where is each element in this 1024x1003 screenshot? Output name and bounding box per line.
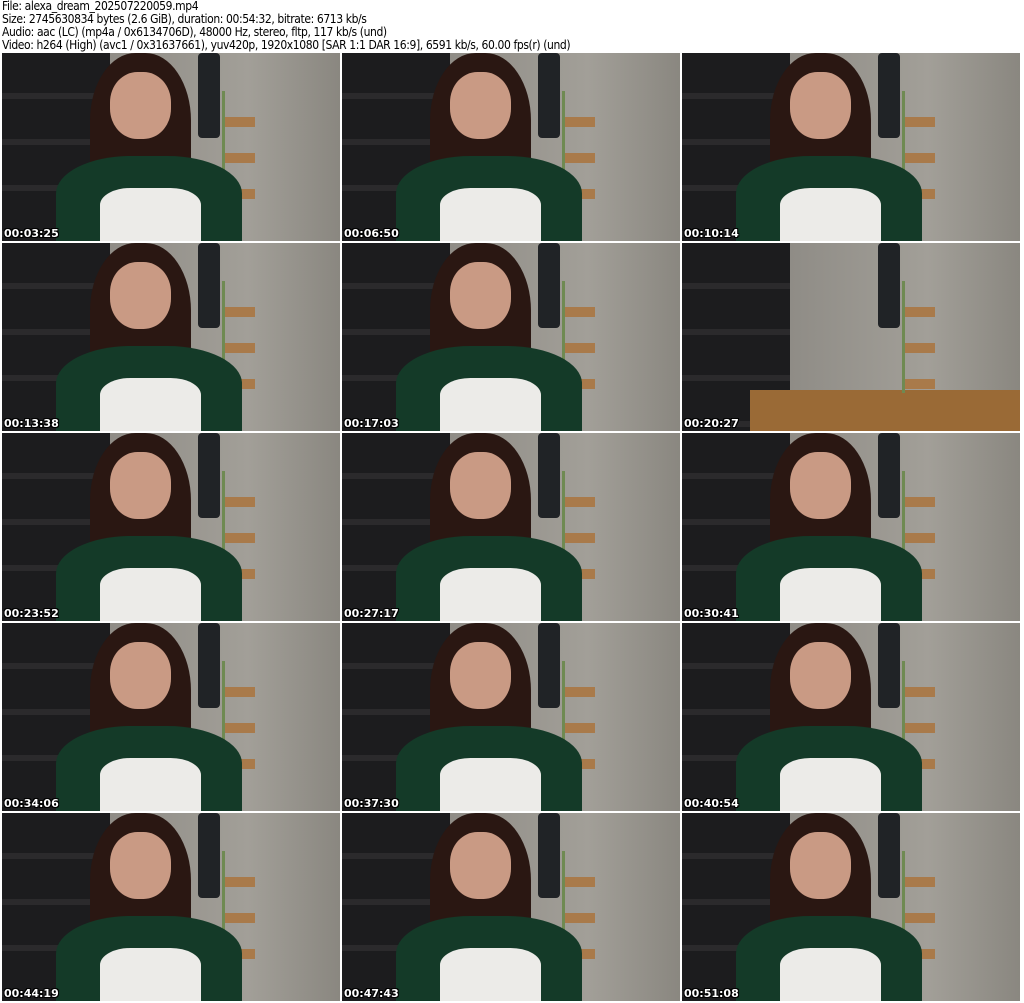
microphone [878, 433, 901, 518]
person-face [450, 451, 511, 520]
thumbnail-timestamp: 00:03:25 [4, 227, 59, 240]
person-shirt [780, 758, 882, 811]
person-face [450, 641, 511, 710]
video-thumbnail: 00:34:06 [2, 623, 340, 811]
video-thumbnail: 00:23:52 [2, 433, 340, 621]
person-face [790, 451, 851, 520]
person-face [450, 71, 511, 140]
microphone [538, 53, 561, 138]
person-face [110, 451, 171, 520]
file-info-header: File: alexa_dream_202507220059.mp4 Size:… [2, 0, 571, 52]
thumbnail-timestamp: 00:44:19 [4, 987, 59, 1000]
person-shirt [780, 948, 882, 1001]
person-face [110, 71, 171, 140]
person-shirt [100, 568, 202, 621]
thumbnail-grid: 00:03:25 00:06:50 00:10:14 00:13:38 00:17:03… [2, 53, 1020, 1001]
person-shirt [440, 568, 542, 621]
video-thumbnail: 00:03:25 [2, 53, 340, 241]
person-face [790, 71, 851, 140]
video-thumbnail: 00:47:43 [342, 813, 680, 1001]
video-thumbnail: 00:10:14 [682, 53, 1020, 241]
thumbnail-timestamp: 00:40:54 [684, 797, 739, 810]
microphone [198, 623, 221, 708]
thumbnail-timestamp: 00:06:50 [344, 227, 399, 240]
person-face [110, 641, 171, 710]
person-shirt [440, 948, 542, 1001]
microphone [878, 243, 901, 328]
microphone [538, 243, 561, 328]
person-shirt [440, 758, 542, 811]
microphone [538, 813, 561, 898]
person-shirt [100, 378, 202, 431]
thumbnail-timestamp: 00:23:52 [4, 607, 59, 620]
person-face [110, 261, 171, 330]
microphone [538, 433, 561, 518]
video-info: Video: h264 (High) (avc1 / 0x31637661), … [2, 38, 571, 52]
microphone [878, 623, 901, 708]
video-thumbnail: 00:20:27 [682, 243, 1020, 431]
video-thumbnail: 00:06:50 [342, 53, 680, 241]
video-thumbnail: 00:27:17 [342, 433, 680, 621]
microphone [538, 623, 561, 708]
person-shirt [100, 188, 202, 241]
microphone [198, 433, 221, 518]
person-shirt [100, 948, 202, 1001]
person-shirt [780, 188, 882, 241]
microphone [198, 813, 221, 898]
person-shirt [100, 758, 202, 811]
person-face [110, 831, 171, 900]
person-face [450, 831, 511, 900]
person-face [450, 261, 511, 330]
thumbnail-timestamp: 00:10:14 [684, 227, 739, 240]
video-thumbnail: 00:37:30 [342, 623, 680, 811]
thumbnail-timestamp: 00:30:41 [684, 607, 739, 620]
video-thumbnail: 00:51:08 [682, 813, 1020, 1001]
person-face [790, 831, 851, 900]
thumbnail-timestamp: 00:34:06 [4, 797, 59, 810]
person-shirt [780, 568, 882, 621]
thumbnail-timestamp: 00:51:08 [684, 987, 739, 1000]
thumbnail-timestamp: 00:13:38 [4, 417, 59, 430]
cat-tree [901, 280, 935, 394]
microphone [878, 813, 901, 898]
thumbnail-timestamp: 00:47:43 [344, 987, 399, 1000]
video-thumbnail: 00:44:19 [2, 813, 340, 1001]
person-shirt [440, 188, 542, 241]
video-thumbnail: 00:13:38 [2, 243, 340, 431]
video-thumbnail: 00:40:54 [682, 623, 1020, 811]
floor [749, 389, 1020, 431]
thumbnail-timestamp: 00:27:17 [344, 607, 399, 620]
person-face [790, 641, 851, 710]
thumbnail-timestamp: 00:17:03 [344, 417, 399, 430]
person-shirt [440, 378, 542, 431]
video-thumbnail: 00:30:41 [682, 433, 1020, 621]
thumbnail-timestamp: 00:20:27 [684, 417, 739, 430]
microphone [198, 243, 221, 328]
microphone [198, 53, 221, 138]
thumbnail-timestamp: 00:37:30 [344, 797, 399, 810]
video-thumbnail: 00:17:03 [342, 243, 680, 431]
microphone [878, 53, 901, 138]
